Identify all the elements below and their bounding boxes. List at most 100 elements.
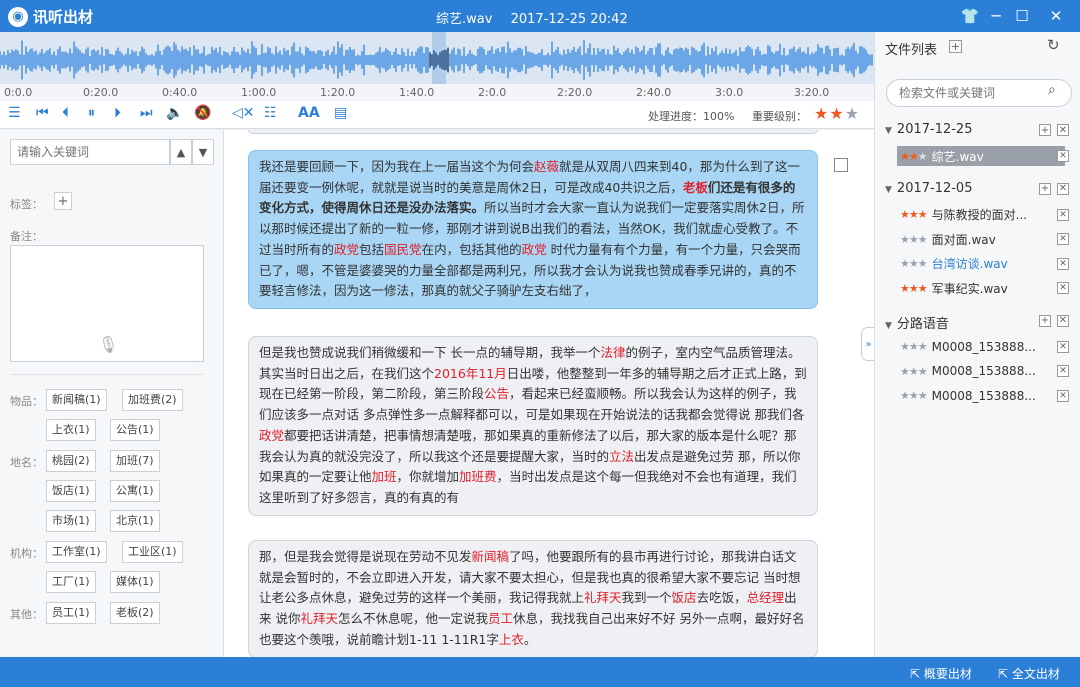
maximize-button[interactable]: ☐ — [1010, 4, 1034, 28]
group-close-button[interactable]: ✕ — [1057, 314, 1069, 327]
collapse-panel-toggle[interactable]: » — [861, 327, 875, 361]
group-close-button[interactable]: ✕ — [1057, 124, 1069, 136]
keyword-highlight[interactable]: 政党 — [334, 242, 359, 257]
keyword-chip[interactable]: 加班费(2) — [122, 389, 183, 411]
file-item[interactable]: ★★★ M0008_153888... — [897, 386, 1065, 406]
file-rating-stars[interactable]: ★★★ — [900, 282, 928, 295]
keyword-chip[interactable]: 工业区(1) — [122, 541, 183, 563]
chevron-up-icon[interactable]: ▲ — [170, 139, 192, 165]
chevron-down-icon[interactable]: ▼ — [885, 321, 892, 331]
remove-file-button[interactable]: ✕ — [1057, 233, 1069, 245]
keyword-highlight[interactable]: 赵薇 — [534, 159, 559, 174]
step-back-icon[interactable]: ⏴ — [62, 105, 69, 121]
keyword-highlight[interactable]: 公告 — [484, 386, 509, 401]
file-rating-stars[interactable]: ★★★ — [900, 208, 928, 221]
keyword-highlight[interactable]: 立法 — [609, 449, 634, 464]
settings-sliders-icon[interactable]: ☷ — [264, 105, 277, 121]
file-group-header[interactable]: ▼ 分路语音 — [885, 313, 949, 332]
add-tag-button[interactable]: + — [54, 192, 72, 210]
refresh-icon[interactable]: ↻ — [1047, 36, 1060, 54]
remove-file-button[interactable]: ✕ — [1057, 208, 1069, 221]
shirt-icon[interactable]: 👕 — [958, 4, 982, 28]
file-item[interactable]: ★★★ 与陈教授的面对... — [897, 205, 1065, 225]
keyword-chip[interactable]: 公告(1) — [110, 419, 160, 441]
file-item[interactable]: ★★★ M0008_153888... — [897, 337, 1065, 357]
keyword-highlight[interactable]: 上衣 — [499, 632, 524, 647]
keyword-chip[interactable]: 媒体(1) — [110, 571, 160, 593]
keyword-highlight[interactable]: 饭店 — [672, 590, 697, 605]
importance-stars[interactable]: ★★★ — [814, 104, 860, 123]
keyword-highlight[interactable]: 礼拜天 — [584, 590, 622, 605]
file-group-header[interactable]: ▼ 2017-12-25 — [885, 122, 972, 137]
chevron-down-icon[interactable]: ▼ — [885, 185, 892, 195]
keyword-highlight[interactable]: 老板 — [683, 180, 708, 195]
bubble-checkbox[interactable] — [834, 158, 848, 172]
skip-end-icon[interactable]: ⏭ — [140, 105, 153, 121]
keyword-chip[interactable]: 加班(7) — [110, 450, 160, 472]
keyword-chip[interactable]: 北京(1) — [110, 510, 160, 532]
file-group-header[interactable]: ▼ 2017-12-05 — [885, 181, 972, 196]
keyword-highlight[interactable]: 国民党 — [384, 242, 422, 257]
keyword-highlight[interactable]: 加班 — [372, 469, 397, 484]
keyword-chip[interactable]: 工作室(1) — [46, 541, 107, 563]
transcript-bubble[interactable]: 但是我也赞成说我们稍微缓和一下 长一点的辅导期，我举一个法律的例子，室内空气品质… — [248, 336, 818, 516]
transcript-bubble[interactable]: 那，但是我会觉得是说现在劳动不见发新闻稿了吗，他要跟所有的县市再进行讨论，那我讲… — [248, 540, 818, 657]
file-item[interactable]: ★★★ 综艺.wav — [897, 146, 1065, 166]
keyword-highlight[interactable]: 礼拜天 — [300, 611, 338, 626]
remove-file-button[interactable]: ✕ — [1057, 365, 1069, 377]
add-file-button[interactable]: + — [949, 40, 962, 53]
star-icon[interactable]: ★ — [814, 104, 829, 123]
keyword-highlight[interactable]: 政党 — [522, 242, 547, 257]
keyword-chip[interactable]: 饭店(1) — [46, 480, 96, 502]
file-rating-stars[interactable]: ★★★ — [900, 150, 928, 163]
document-settings-icon[interactable]: ▤ — [334, 105, 347, 121]
keyword-chip[interactable]: 桃园(2) — [46, 450, 96, 472]
skip-start-icon[interactable]: ⏮ — [36, 105, 49, 121]
file-rating-stars[interactable]: ★★★ — [900, 257, 928, 270]
keyword-highlight[interactable]: 新闻稿 — [472, 549, 510, 564]
keyword-chip[interactable]: 市场(1) — [46, 510, 96, 532]
file-rating-stars[interactable]: ★★★ — [900, 233, 928, 246]
full-export-button[interactable]: ⇱ 全文出材 — [998, 665, 1060, 682]
remove-file-button[interactable]: ✕ — [1057, 282, 1069, 294]
timeline-ruler[interactable]: 0:0.0 0:20.0 0:40.0 1:00.0 1:20.0 1:40.0 2:0.0… — [0, 84, 874, 100]
file-search-input[interactable] — [886, 79, 1072, 107]
audio-waveform[interactable] — [0, 32, 874, 84]
keyword-chip[interactable]: 员工(1) — [46, 602, 96, 624]
remove-file-button[interactable]: ✕ — [1057, 257, 1069, 270]
remove-file-button[interactable]: ✕ — [1057, 340, 1069, 353]
remove-file-button[interactable]: ✕ — [1057, 150, 1069, 162]
file-item[interactable]: ★★★ 军事纪实.wav — [897, 278, 1065, 298]
group-close-button[interactable]: ✕ — [1057, 182, 1069, 195]
keyword-highlight[interactable]: 2016年11月 — [434, 366, 507, 381]
file-rating-stars[interactable]: ★★★ — [900, 340, 928, 353]
group-add-button[interactable]: + — [1039, 314, 1051, 327]
chevron-down-icon[interactable]: ▼ — [192, 139, 214, 165]
keyword-highlight[interactable]: 加班费 — [459, 469, 497, 484]
menu-icon[interactable]: ☰ — [8, 105, 21, 121]
keyword-input[interactable] — [10, 139, 170, 165]
group-add-button[interactable]: + — [1039, 124, 1051, 136]
keyword-chip[interactable]: 上衣(1) — [46, 419, 96, 441]
pause-icon[interactable]: ⏸ — [88, 105, 95, 121]
remove-file-button[interactable]: ✕ — [1057, 389, 1069, 402]
keyword-highlight[interactable]: 总经理 — [747, 590, 785, 605]
search-icon[interactable]: ⌕ — [1048, 82, 1056, 98]
file-rating-stars[interactable]: ★★★ — [900, 365, 928, 378]
font-size-icon[interactable]: AA — [298, 105, 320, 121]
close-button[interactable]: ✕ — [1044, 4, 1068, 28]
keyword-chip[interactable]: 新闻稿(1) — [46, 389, 107, 411]
group-add-button[interactable]: + — [1039, 182, 1051, 195]
file-item[interactable]: ★★★ M0008_153888... — [897, 361, 1065, 381]
keyword-highlight[interactable]: 法律 — [600, 345, 625, 360]
file-item[interactable]: ★★★ 台湾访谈.wav — [897, 254, 1065, 274]
star-icon[interactable]: ★ — [845, 104, 860, 123]
audio-mute-icon[interactable]: ◁✕ — [232, 105, 255, 121]
star-icon[interactable]: ★ — [829, 104, 844, 123]
keyword-chip[interactable]: 老板(2) — [110, 602, 160, 624]
keyword-chip[interactable]: 工厂(1) — [46, 571, 96, 593]
chevron-down-icon[interactable]: ▼ — [885, 126, 892, 136]
minimize-button[interactable]: ─ — [984, 4, 1008, 28]
transcript-area[interactable]: 我还是要回顾一下，因为我在上一届当这个为何会赵薇就是从双周八四来到40，那为什么… — [224, 130, 874, 657]
keyword-highlight[interactable]: 员工 — [488, 611, 513, 626]
